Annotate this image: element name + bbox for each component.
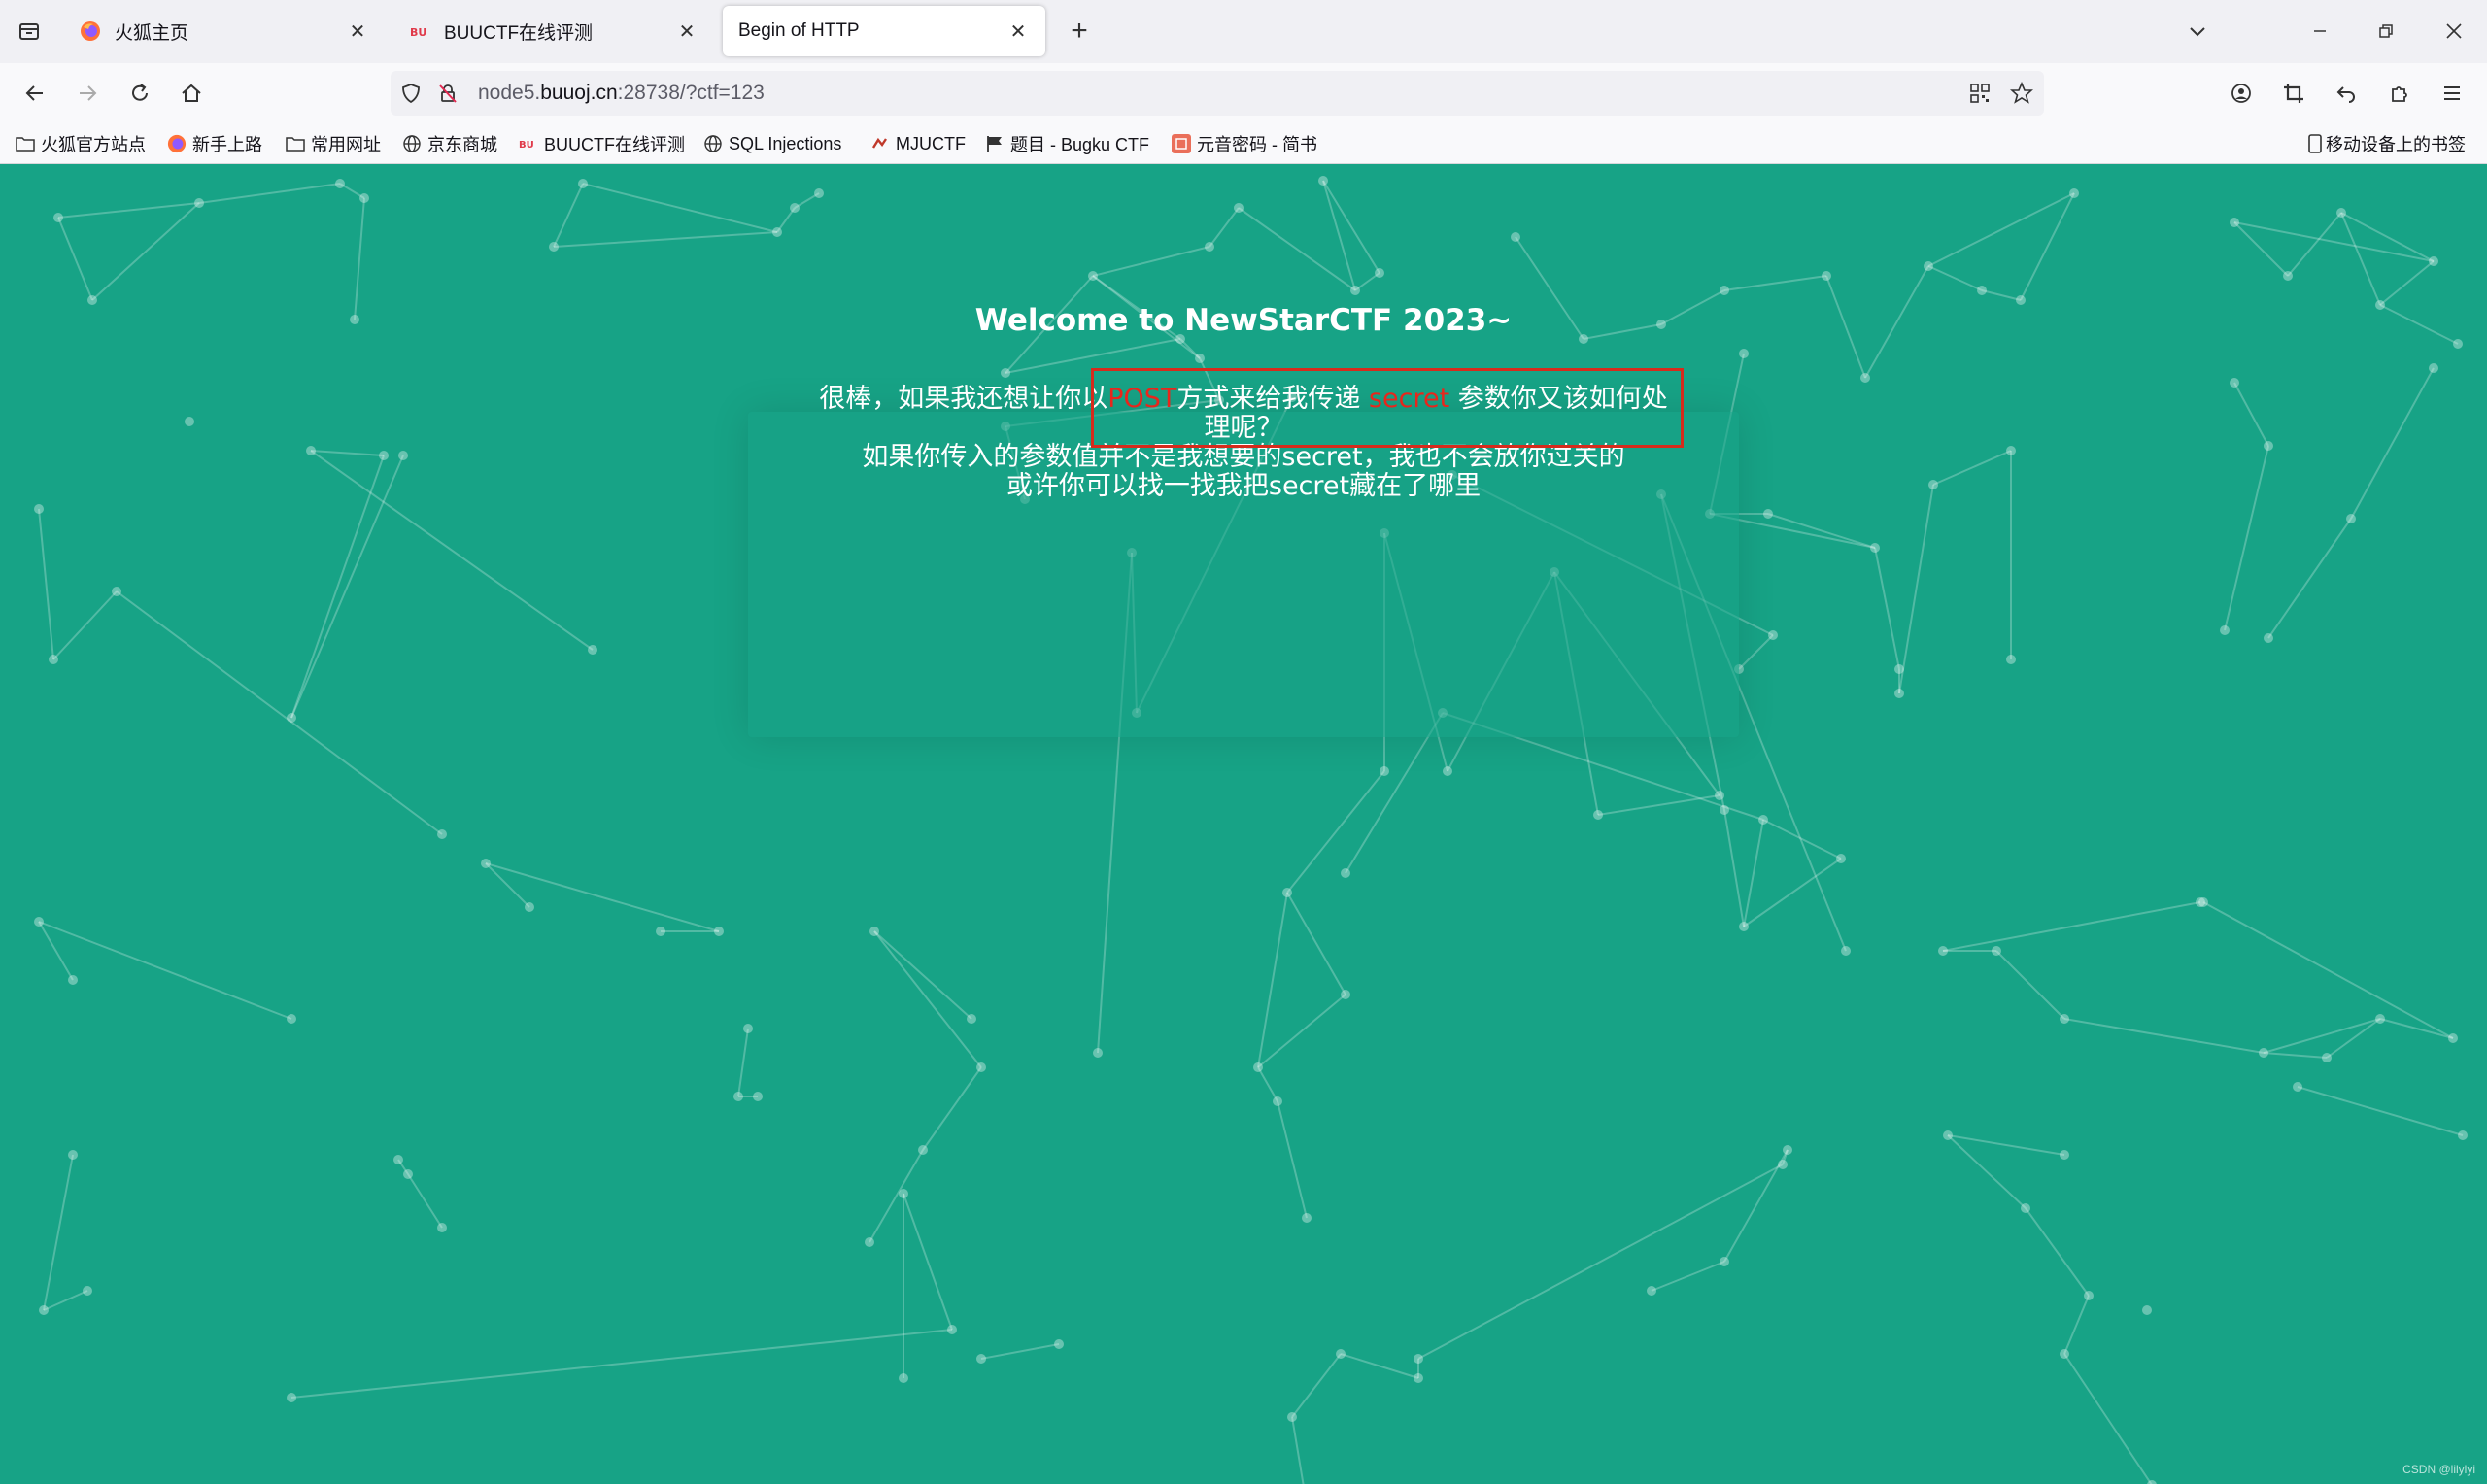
puzzle-icon	[2392, 86, 2407, 102]
buuctf-icon: BU	[409, 20, 430, 42]
url-bar[interactable]: node5.buuoj.cn:28738/?ctf=123	[391, 71, 2044, 116]
screenshot-button[interactable]	[2274, 74, 2313, 113]
buuctf-icon: BU	[519, 134, 538, 153]
bookmark-star-icon[interactable]	[2009, 81, 2034, 110]
tab-firefox-home[interactable]: 火狐主页 ✕	[64, 6, 385, 56]
firefox-view-button[interactable]	[10, 14, 49, 49]
flag-icon	[985, 134, 1005, 153]
folder-icon	[286, 134, 305, 153]
arrow-left-icon	[25, 85, 43, 101]
firefox-view-icon	[19, 23, 39, 40]
undo-button[interactable]	[2327, 74, 2366, 113]
mobile-phone-icon	[2308, 134, 2322, 153]
reload-icon	[132, 84, 148, 101]
navigation-toolbar: node5.buuoj.cn:28738/?ctf=123	[0, 63, 2487, 123]
bookmark-item[interactable]: 常用网址	[286, 131, 381, 156]
particle-network-background	[34, 176, 2468, 1484]
tab-title: Begin of HTTP	[738, 20, 860, 41]
folder-icon	[16, 134, 35, 153]
watermark: CSDN @lilylyi	[2402, 1463, 2475, 1476]
menu-button[interactable]	[2433, 74, 2471, 113]
jianshu-icon	[1172, 134, 1191, 153]
hamburger-menu-icon	[2444, 86, 2460, 100]
insecure-lock-icon[interactable]	[437, 83, 459, 109]
extensions-button[interactable]	[2380, 74, 2419, 113]
reload-button[interactable]	[120, 74, 159, 113]
forward-button[interactable]	[68, 74, 107, 113]
tab-title: BUUCTF在线评测	[444, 22, 594, 44]
bookmark-item[interactable]: 京东商城	[402, 131, 497, 156]
url-text[interactable]: node5.buuoj.cn:28738/?ctf=123	[478, 82, 765, 105]
web-page	[0, 164, 2487, 1484]
bookmark-item[interactable]: 元音密码 - 简书	[1172, 131, 1317, 156]
arrow-right-icon	[80, 85, 97, 101]
restore-button[interactable]	[2368, 14, 2403, 49]
crop-icon	[2284, 84, 2303, 103]
close-tab-icon[interactable]: ✕	[675, 19, 698, 43]
tab-bar: 火狐主页 ✕ BU BUUCTF在线评测 ✕ Begin of HTTP ✕ +	[0, 0, 2487, 63]
close-tab-icon[interactable]: ✕	[1006, 19, 1030, 43]
list-all-tabs-button[interactable]	[2180, 14, 2215, 49]
globe-icon	[402, 134, 422, 153]
chevron-down-icon	[2190, 27, 2205, 37]
restore-icon	[2379, 24, 2393, 38]
close-tab-icon[interactable]: ✕	[346, 19, 369, 43]
bookmark-item[interactable]: 火狐官方站点	[16, 131, 146, 156]
page-title: Welcome to NewStarCTF 2023~	[974, 303, 1513, 338]
minimize-icon	[2314, 30, 2326, 32]
account-icon	[2231, 84, 2251, 103]
undo-arrow-icon	[2336, 86, 2355, 103]
back-button[interactable]	[16, 74, 54, 113]
home-icon	[182, 84, 201, 102]
bookmark-item[interactable]: BU BUUCTF在线评测	[519, 131, 685, 156]
globe-icon	[703, 134, 723, 153]
bookmark-item[interactable]: 题目 - Bugku CTF	[985, 131, 1149, 156]
bookmarks-toolbar: 火狐官方站点 新手上路 常用网址 京东商城 BU BUUCTF在线评测 SQL …	[0, 123, 2487, 164]
svg-text:BU: BU	[410, 26, 426, 39]
tab-buuctf[interactable]: BU BUUCTF在线评测 ✕	[393, 6, 714, 56]
annotation-box	[1091, 368, 1684, 448]
bookmark-item[interactable]: 新手上路	[167, 131, 262, 156]
shield-icon[interactable]	[400, 83, 422, 109]
tab-title: 火狐主页	[115, 22, 189, 44]
bookmark-item[interactable]: SQL Injections	[703, 131, 841, 156]
minimize-button[interactable]	[2302, 14, 2337, 49]
home-button[interactable]	[172, 74, 211, 113]
message-line-3: 或许你可以找一找我把secret藏在了哪里	[1005, 471, 1482, 501]
mobile-bookmarks[interactable]: 移动设备上的书签	[2308, 131, 2466, 156]
firefox-icon	[80, 20, 101, 42]
mj-icon	[870, 134, 890, 153]
firefox-icon	[167, 134, 187, 153]
svg-text:BU: BU	[519, 140, 534, 151]
account-button[interactable]	[2222, 74, 2261, 113]
tab-begin-of-http[interactable]: Begin of HTTP ✕	[723, 6, 1045, 56]
close-window-button[interactable]	[2436, 14, 2471, 49]
qr-code-icon[interactable]	[1969, 83, 1991, 109]
bookmark-item[interactable]: MJUCTF	[870, 131, 966, 156]
close-icon	[2446, 23, 2462, 39]
new-tab-button[interactable]: +	[1062, 14, 1097, 49]
